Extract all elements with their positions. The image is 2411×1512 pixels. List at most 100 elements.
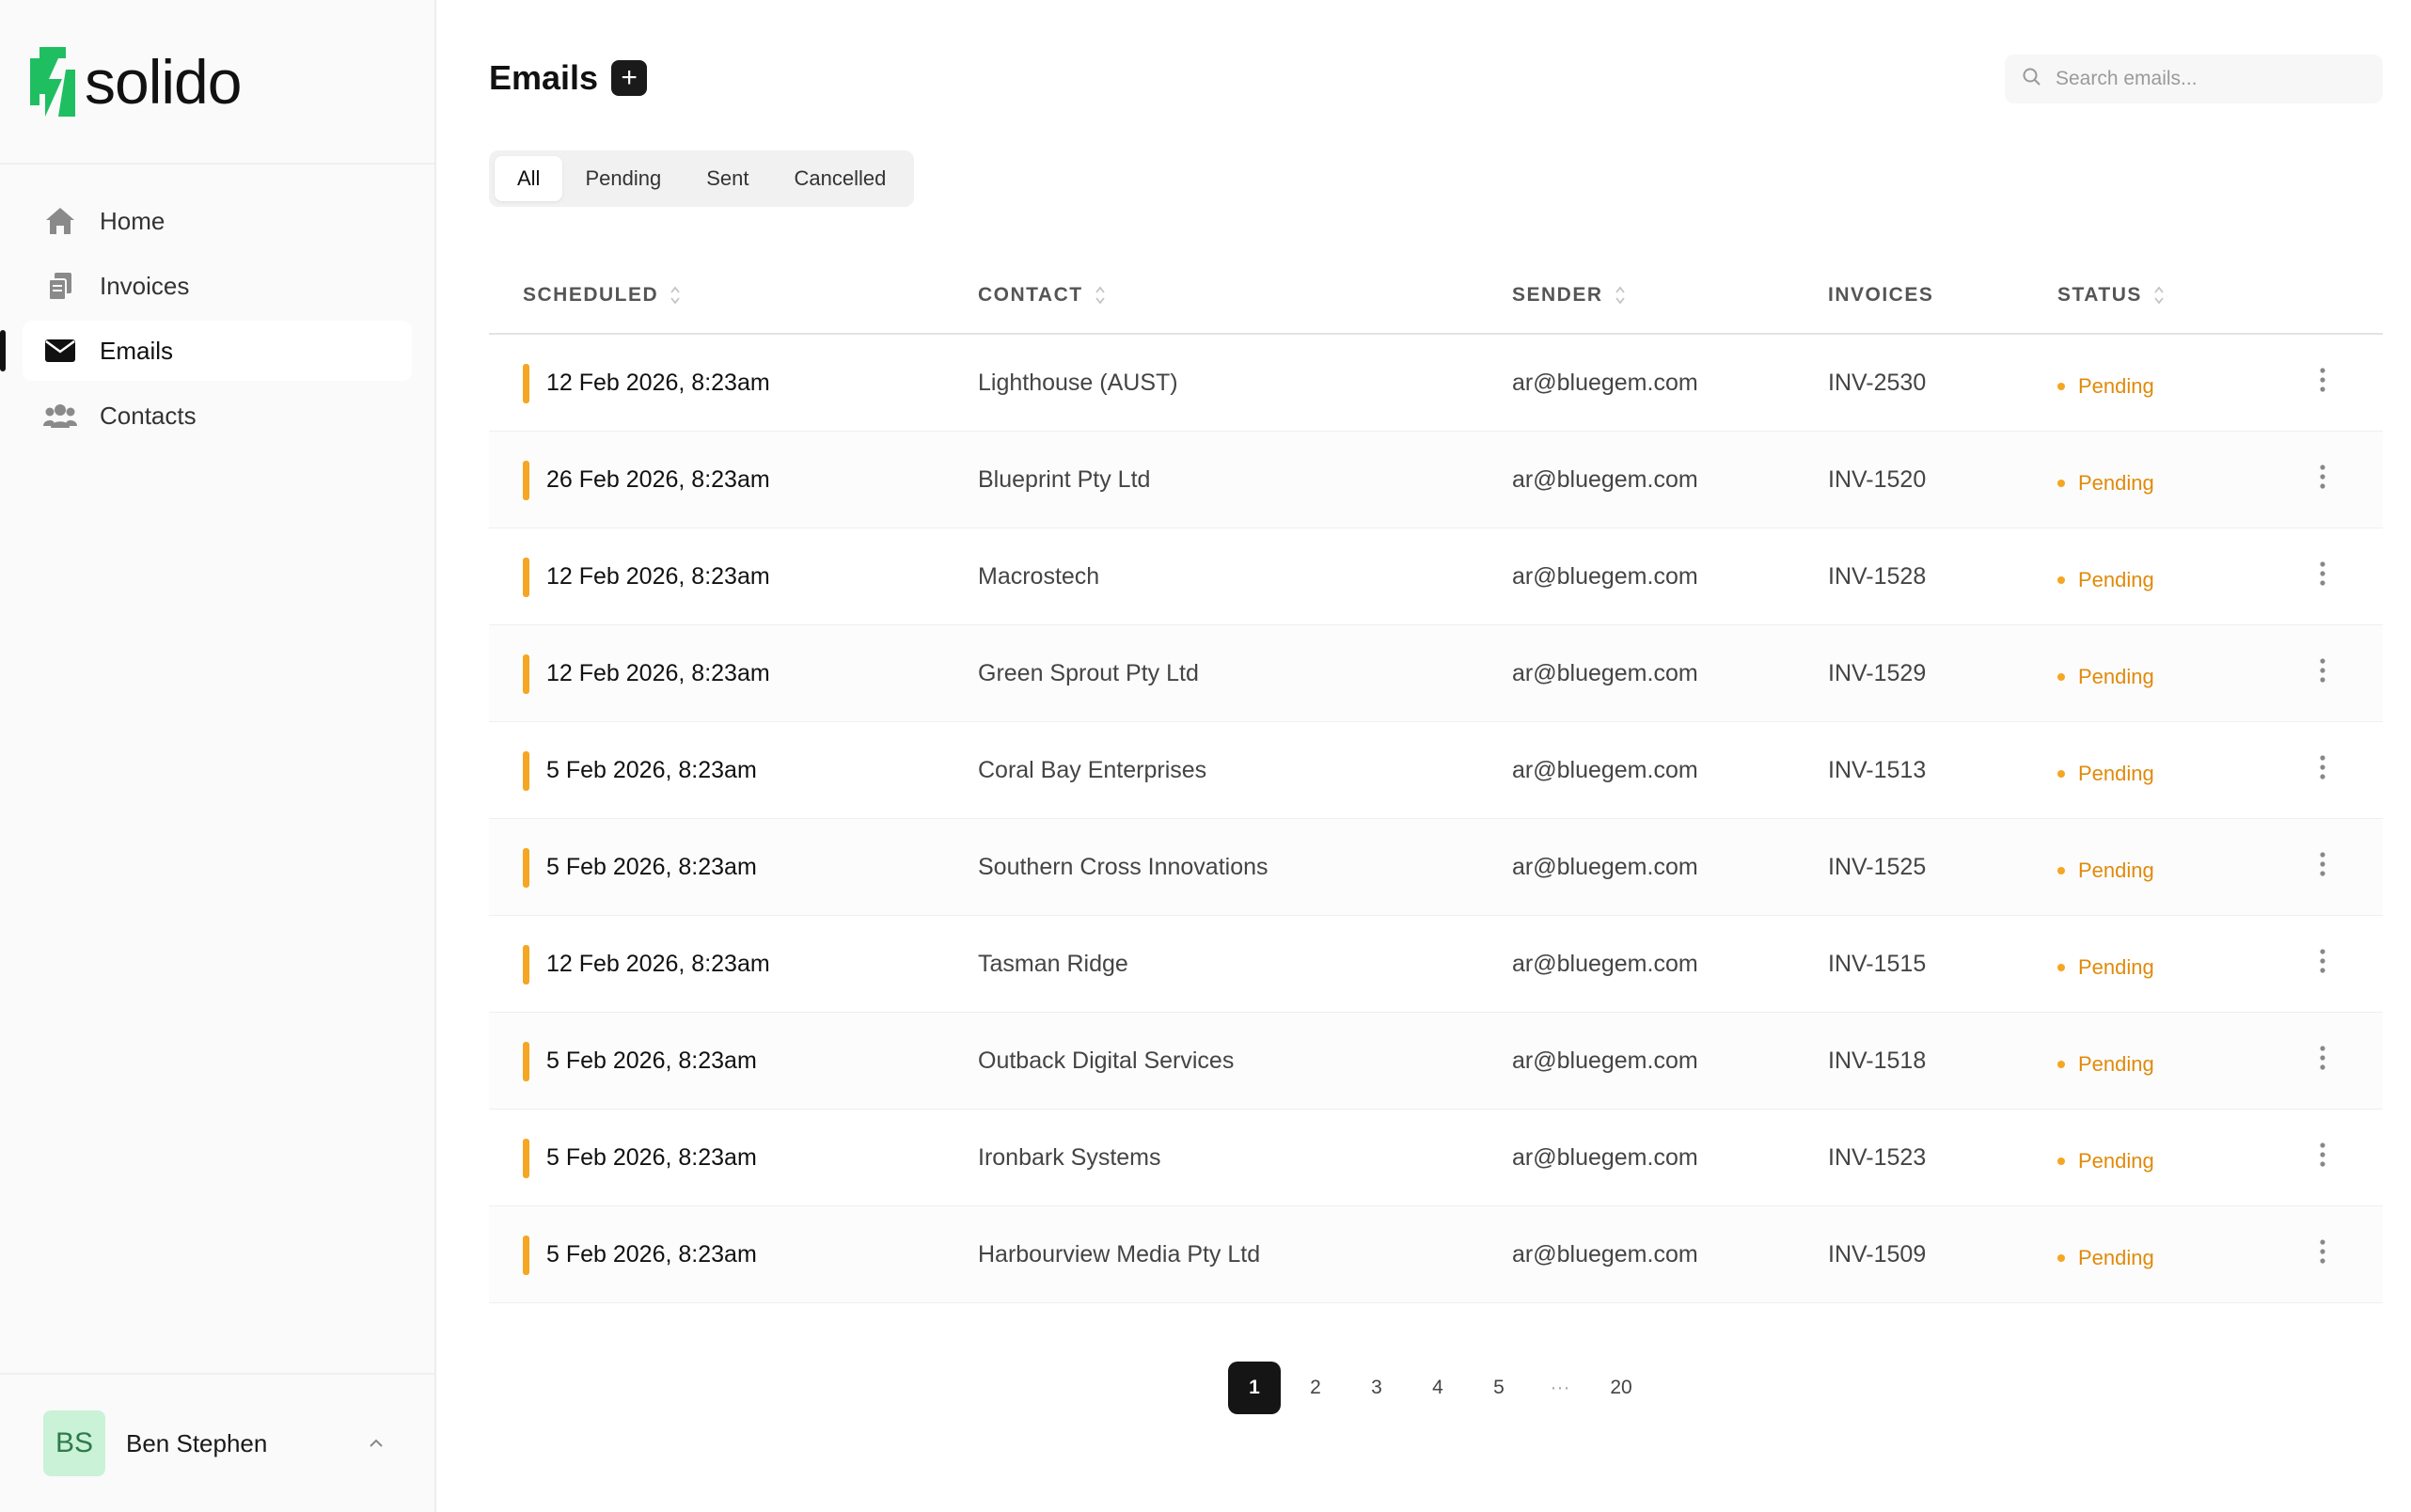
page-button-3[interactable]: 3 — [1350, 1362, 1403, 1414]
more-vertical-icon — [2319, 948, 2326, 981]
more-vertical-icon — [2319, 657, 2326, 690]
table-row[interactable]: 5 Feb 2026, 8:23am Southern Cross Innova… — [489, 819, 2383, 916]
status-label: Pending — [2078, 1245, 2154, 1269]
filter-tabs: All Pending Sent Cancelled — [489, 150, 915, 207]
table-row[interactable]: 12 Feb 2026, 8:23am Tasman Ridge ar@blue… — [489, 916, 2383, 1013]
column-header-scheduled[interactable]: SCHEDULED — [523, 284, 681, 307]
invoice-number[interactable]: INV-2530 — [1828, 335, 1926, 432]
column-header-label: SCHEDULED — [523, 284, 659, 306]
avatar: BS — [43, 1410, 105, 1476]
search-input[interactable] — [2056, 68, 2356, 90]
sender-email: ar@bluegem.com — [1512, 854, 1698, 880]
envelope-icon — [43, 334, 77, 368]
status-dot — [2057, 1157, 2065, 1165]
more-vertical-icon — [2319, 1238, 2326, 1271]
table-body: 12 Feb 2026, 8:23am Lighthouse (AUST) ar… — [489, 335, 2383, 1303]
page-button-5[interactable]: 5 — [1473, 1362, 1525, 1414]
invoice-number[interactable]: INV-1523 — [1828, 1110, 1926, 1206]
status-label: Pending — [2078, 954, 2154, 979]
sidebar-nav: Home Invoices Emails Contacts — [0, 165, 434, 446]
page-button-4[interactable]: 4 — [1411, 1362, 1464, 1414]
row-actions-button[interactable] — [2309, 1110, 2336, 1206]
page-button-1[interactable]: 1 — [1228, 1362, 1281, 1414]
page-button-2[interactable]: 2 — [1289, 1362, 1342, 1414]
column-header-sender[interactable]: SENDER — [1512, 284, 1626, 307]
sidebar-item-emails[interactable]: Emails — [0, 321, 412, 381]
user-menu[interactable]: BS Ben Stephen — [0, 1373, 434, 1512]
brand-logo[interactable]: solido — [0, 0, 434, 165]
table-row[interactable]: 12 Feb 2026, 8:23am Lighthouse (AUST) ar… — [489, 335, 2383, 432]
status-dot — [2057, 866, 2065, 874]
status-badge: Pending — [2057, 819, 2154, 916]
scheduled-date: 5 Feb 2026, 8:23am — [546, 1144, 757, 1171]
sidebar-item-invoices[interactable]: Invoices — [23, 256, 412, 316]
row-actions-button[interactable] — [2309, 528, 2336, 625]
table-row[interactable]: 5 Feb 2026, 8:23am Outback Digital Servi… — [489, 1013, 2383, 1110]
row-actions-button[interactable] — [2309, 1013, 2336, 1110]
invoice-number[interactable]: INV-1518 — [1828, 1013, 1926, 1110]
table-row[interactable]: 5 Feb 2026, 8:23am Ironbark Systems ar@b… — [489, 1110, 2383, 1206]
row-actions-button[interactable] — [2309, 1206, 2336, 1303]
invoice-number[interactable]: INV-1513 — [1828, 722, 1926, 819]
table-row[interactable]: 5 Feb 2026, 8:23am Harbourview Media Pty… — [489, 1206, 2383, 1303]
column-header-contact[interactable]: CONTACT — [978, 284, 1106, 307]
scheduled-cell: 12 Feb 2026, 8:23am — [523, 528, 770, 625]
invoice-number[interactable]: INV-1520 — [1828, 432, 1926, 528]
sender-email: ar@bluegem.com — [1512, 757, 1698, 783]
more-vertical-icon — [2319, 851, 2326, 884]
scheduled-cell: 12 Feb 2026, 8:23am — [523, 335, 770, 432]
invoices-icon — [43, 269, 77, 303]
search-icon — [2022, 67, 2042, 92]
scheduled-date: 26 Feb 2026, 8:23am — [546, 466, 770, 493]
contact-name: Blueprint Pty Ltd — [978, 466, 1151, 493]
row-actions-button[interactable] — [2309, 625, 2336, 722]
user-name: Ben Stephen — [126, 1428, 268, 1457]
status-dot — [2057, 382, 2065, 390]
table-row[interactable]: 12 Feb 2026, 8:23am Green Sprout Pty Ltd… — [489, 625, 2383, 722]
add-email-button[interactable]: + — [611, 60, 648, 96]
tab-sent[interactable]: Sent — [684, 156, 771, 201]
more-vertical-icon — [2319, 560, 2326, 593]
sidebar-item-label: Invoices — [100, 271, 190, 300]
status-dot — [2057, 479, 2065, 487]
pending-indicator-bar — [523, 1235, 529, 1275]
tab-cancelled[interactable]: Cancelled — [771, 156, 908, 201]
invoice-number[interactable]: INV-1528 — [1828, 528, 1926, 625]
row-actions-button[interactable] — [2309, 916, 2336, 1013]
page-title: Emails — [489, 58, 599, 97]
invoice-number[interactable]: INV-1515 — [1828, 916, 1926, 1013]
sidebar: solido Home Invoices Emails Contacts BS … — [0, 0, 436, 1512]
page-header: Emails + — [489, 58, 648, 98]
status-dot — [2057, 1253, 2065, 1262]
pending-indicator-bar — [523, 944, 529, 984]
scheduled-date: 12 Feb 2026, 8:23am — [546, 951, 770, 977]
contact-name: Tasman Ridge — [978, 951, 1128, 977]
status-badge: Pending — [2057, 432, 2154, 528]
column-header-status[interactable]: STATUS — [2057, 284, 2165, 307]
tab-all[interactable]: All — [495, 156, 563, 201]
status-label: Pending — [2078, 858, 2154, 882]
invoice-number[interactable]: INV-1509 — [1828, 1206, 1926, 1303]
tab-pending[interactable]: Pending — [562, 156, 684, 201]
table-row[interactable]: 12 Feb 2026, 8:23am Macrostech ar@bluege… — [489, 528, 2383, 625]
sidebar-item-contacts[interactable]: Contacts — [23, 386, 412, 446]
sort-icon — [1095, 285, 1106, 306]
row-actions-button[interactable] — [2309, 722, 2336, 819]
column-header-label: INVOICES — [1828, 284, 1934, 306]
pending-indicator-bar — [523, 654, 529, 694]
row-actions-button[interactable] — [2309, 819, 2336, 916]
table-header: SCHEDULED CONTACT SENDER INVOICES STATUS — [489, 260, 2383, 335]
sidebar-item-home[interactable]: Home — [23, 191, 412, 251]
contact-name: Coral Bay Enterprises — [978, 757, 1207, 783]
invoice-number[interactable]: INV-1525 — [1828, 819, 1926, 916]
invoice-number[interactable]: INV-1529 — [1828, 625, 1926, 722]
status-dot — [2057, 769, 2065, 778]
row-actions-button[interactable] — [2309, 335, 2336, 432]
chevron-up-icon[interactable] — [365, 1432, 387, 1455]
table-row[interactable]: 26 Feb 2026, 8:23am Blueprint Pty Ltd ar… — [489, 432, 2383, 528]
table-row[interactable]: 5 Feb 2026, 8:23am Coral Bay Enterprises… — [489, 722, 2383, 819]
row-actions-button[interactable] — [2309, 432, 2336, 528]
sender-email: ar@bluegem.com — [1512, 563, 1698, 590]
page-button-20[interactable]: 20 — [1595, 1362, 1647, 1414]
contact-name: Macrostech — [978, 563, 1100, 590]
